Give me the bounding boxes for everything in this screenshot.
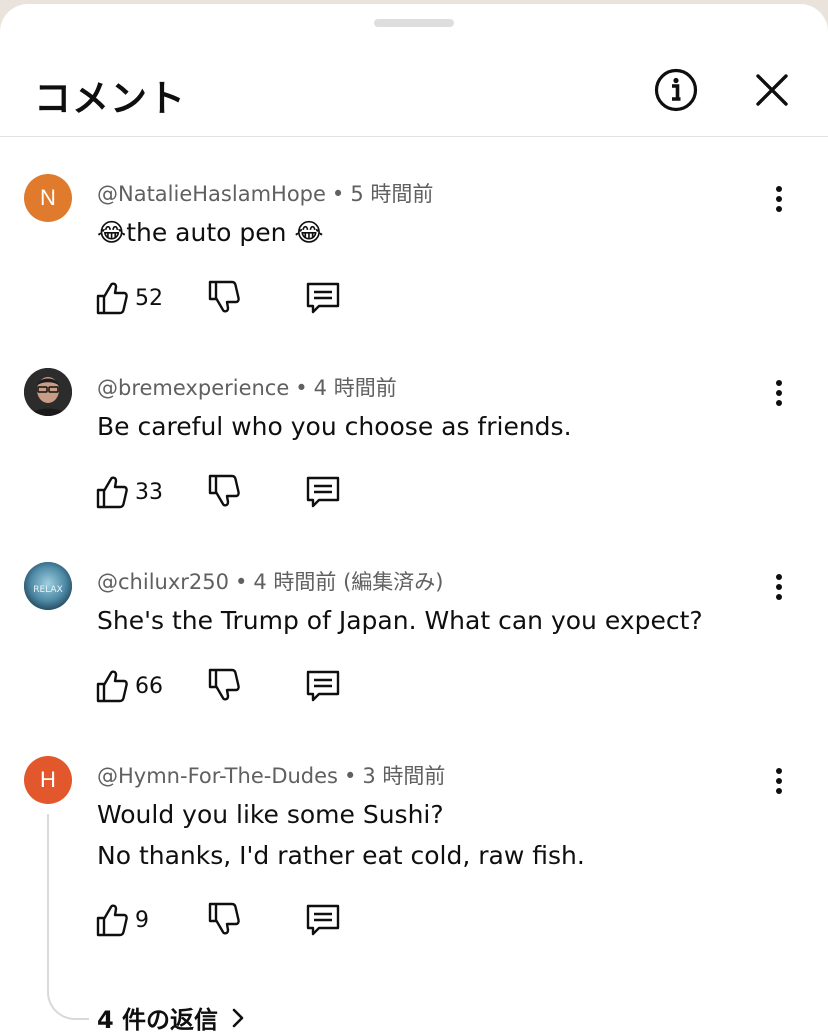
thread-line xyxy=(47,814,89,1020)
like-count: 66 xyxy=(135,673,163,699)
avatar-letter: H xyxy=(40,767,56,792)
avatar-letter: N xyxy=(40,185,56,210)
more-vert-icon xyxy=(776,768,782,794)
chevron-right-icon xyxy=(232,1008,244,1027)
comment-meta: @chiluxr250 • 4 時間前 (編集済み) xyxy=(97,570,444,594)
avatar[interactable]: RELAX xyxy=(24,562,72,610)
thumbs-up-icon xyxy=(96,670,128,703)
profile-photo-icon xyxy=(24,368,72,416)
page-title: コメント xyxy=(34,77,186,120)
more-vert-icon xyxy=(776,574,782,600)
like-count: 33 xyxy=(135,479,163,505)
more-vert-icon xyxy=(776,380,782,406)
thumbs-down-icon xyxy=(208,668,240,701)
more-options-button[interactable] xyxy=(764,374,794,414)
info-button[interactable] xyxy=(652,66,700,114)
comment-text: Would you like some Sushi? No thanks, I'… xyxy=(97,800,585,870)
comment-meta: @Hymn-For-The-Dudes • 3 時間前 xyxy=(97,764,446,788)
like-button[interactable]: 33 xyxy=(95,472,163,512)
comment-time: 4 時間前 xyxy=(313,376,397,400)
avatar[interactable]: H xyxy=(24,756,72,804)
comment-icon xyxy=(306,282,340,314)
comment-icon xyxy=(306,670,340,702)
relax-logo-icon: RELAX xyxy=(24,562,72,610)
like-count: 9 xyxy=(135,907,149,933)
comments-sheet: コメント N @NatalieHaslamHope • 5 時間前 😂the aut… xyxy=(0,4,828,1035)
edited-label: (編集済み) xyxy=(343,570,444,594)
info-icon xyxy=(654,68,698,112)
comment-text: 😂the auto pen 😂 xyxy=(97,218,324,247)
comment-author[interactable]: @NatalieHaslamHope xyxy=(97,182,326,206)
comment-author[interactable]: @Hymn-For-The-Dudes xyxy=(97,764,338,788)
close-icon xyxy=(756,74,788,106)
comment-time: 4 時間前 xyxy=(253,570,337,594)
reply-button[interactable] xyxy=(303,666,343,706)
thumbs-up-icon xyxy=(96,904,128,937)
comment-author[interactable]: @bremexperience xyxy=(97,376,289,400)
dislike-button[interactable] xyxy=(207,278,243,318)
reply-button[interactable] xyxy=(303,472,343,512)
thumbs-down-icon xyxy=(208,280,240,313)
dislike-button[interactable] xyxy=(207,472,243,512)
dislike-button[interactable] xyxy=(207,900,243,940)
dislike-button[interactable] xyxy=(207,666,243,706)
comment-meta: @bremexperience • 4 時間前 xyxy=(97,376,397,400)
like-button[interactable]: 66 xyxy=(95,666,163,706)
like-count: 52 xyxy=(135,285,163,311)
comment-text: She's the Trump of Japan. What can you e… xyxy=(97,606,703,635)
svg-text:RELAX: RELAX xyxy=(33,585,62,595)
thumbs-up-icon xyxy=(96,282,128,315)
replies-label: 4 件の返信 xyxy=(97,1006,219,1034)
reply-button[interactable] xyxy=(303,278,343,318)
like-button[interactable]: 52 xyxy=(95,278,163,318)
reply-button[interactable] xyxy=(303,900,343,940)
comment-time: 3 時間前 xyxy=(362,764,446,788)
thumbs-down-icon xyxy=(208,474,240,507)
thumbs-up-icon xyxy=(96,476,128,509)
like-button[interactable]: 9 xyxy=(95,900,149,940)
more-vert-icon xyxy=(776,186,782,212)
more-options-button[interactable] xyxy=(764,568,794,608)
comment-icon xyxy=(306,904,340,936)
close-button[interactable] xyxy=(748,66,796,114)
comment-icon xyxy=(306,476,340,508)
comment-time: 5 時間前 xyxy=(350,182,434,206)
thumbs-down-icon xyxy=(208,902,240,935)
drag-handle[interactable] xyxy=(374,19,454,27)
avatar[interactable] xyxy=(24,368,72,416)
view-replies-button[interactable]: 4 件の返信 xyxy=(97,1000,246,1035)
comment-meta: @NatalieHaslamHope • 5 時間前 xyxy=(97,182,434,206)
more-options-button[interactable] xyxy=(764,762,794,802)
more-options-button[interactable] xyxy=(764,180,794,220)
avatar[interactable]: N xyxy=(24,174,72,222)
comment-author[interactable]: @chiluxr250 xyxy=(97,570,229,594)
sheet-header: コメント xyxy=(0,44,828,137)
comment-text: Be careful who you choose as friends. xyxy=(97,412,572,441)
